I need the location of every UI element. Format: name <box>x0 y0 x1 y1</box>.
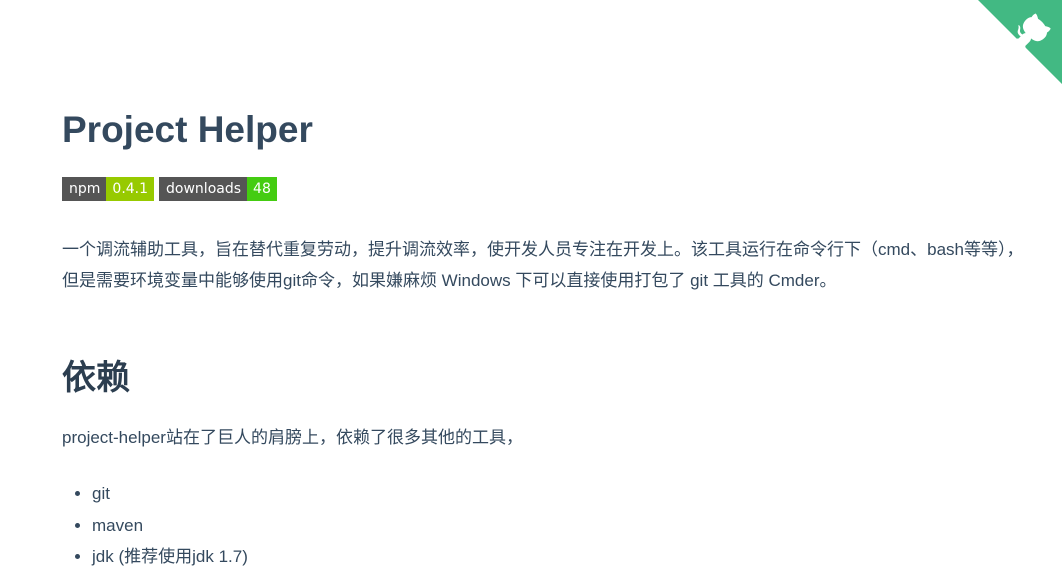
npm-version-badge[interactable]: npm 0.4.1 <box>62 177 155 201</box>
badge-value: 48 <box>247 177 277 201</box>
badge-row: npm 0.4.1 downloads 48 <box>62 177 277 201</box>
dependencies-heading: 依赖 <box>62 359 130 397</box>
downloads-badge[interactable]: downloads 48 <box>159 177 277 201</box>
list-item: jdk (推荐使用jdk 1.7) <box>92 541 248 573</box>
github-corner-link[interactable] <box>978 0 1062 84</box>
dependency-list: git maven jdk (推荐使用jdk 1.7) <box>62 478 248 573</box>
list-item: maven <box>92 510 248 542</box>
badge-label: npm <box>62 177 107 201</box>
dependencies-intro: project-helper站在了巨人的肩膀上，依赖了很多其他的工具， <box>62 428 523 447</box>
list-item: git <box>92 478 248 510</box>
page-title: Project Helper <box>62 109 313 150</box>
badge-label: downloads <box>159 177 248 201</box>
badge-value: 0.4.1 <box>106 177 155 201</box>
project-description: 一个调流辅助工具，旨在替代重复劳动，提升调流效率，使开发人员专注在开发上。该工具… <box>62 240 1024 290</box>
